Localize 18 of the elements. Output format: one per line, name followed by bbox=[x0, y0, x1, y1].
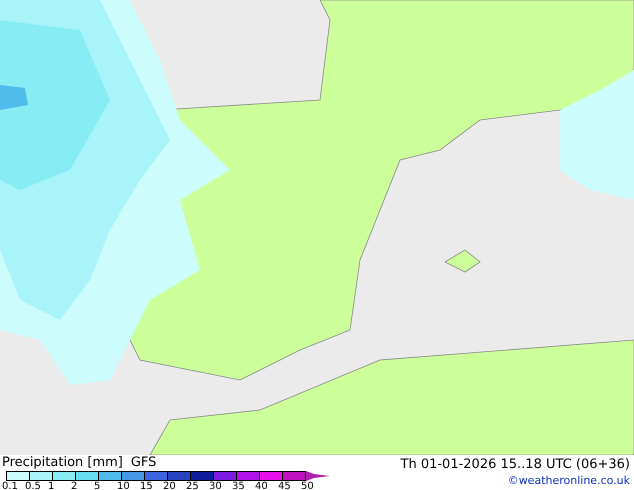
legend-label: 35 bbox=[232, 481, 246, 490]
model-name: GFS bbox=[130, 455, 156, 470]
legend-label: 20 bbox=[163, 481, 177, 490]
chart-title: Precipitation [mm] bbox=[2, 455, 123, 470]
legend-label: 25 bbox=[186, 481, 200, 490]
credit-link[interactable]: ©weatheronline.co.uk bbox=[508, 475, 630, 487]
legend-label: 30 bbox=[209, 481, 223, 490]
legend-label: 0.5 bbox=[25, 481, 42, 490]
legend-label: 40 bbox=[255, 481, 269, 490]
legend-label: 15 bbox=[140, 481, 154, 490]
legend-label: 45 bbox=[278, 481, 292, 490]
legend-label: 10 bbox=[117, 481, 131, 490]
forecast-datetime: Th 01-01-2026 15..18 UTC (06+36) bbox=[400, 456, 630, 474]
legend-label: 1 bbox=[48, 481, 56, 490]
legend-label: 50 bbox=[301, 481, 315, 490]
legend-label: 2 bbox=[71, 481, 78, 490]
legend-label: 5 bbox=[94, 481, 102, 490]
legend-label: 0.1 bbox=[2, 481, 19, 490]
